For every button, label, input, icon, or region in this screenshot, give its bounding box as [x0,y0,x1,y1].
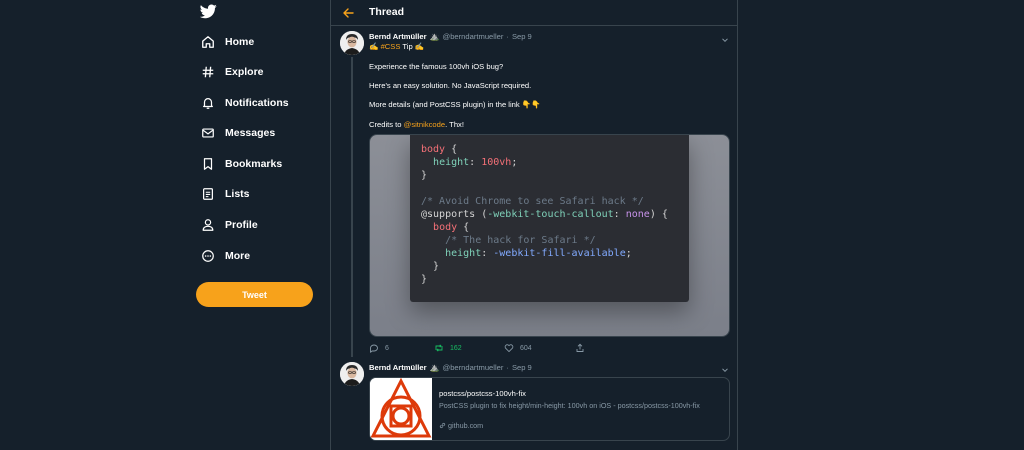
tweet-date[interactable]: Sep 9 [512,32,532,41]
sidebar-item-label: Messages [225,127,276,139]
bookmark-icon [200,157,215,172]
code-line: } [433,261,440,272]
more-circle-icon [200,249,215,264]
chevron-down-icon[interactable] [721,31,729,43]
home-icon [200,35,215,50]
tweet-text-line: ✍️ #CSS Tip ✍️ [369,42,424,51]
link-preview-card[interactable]: postcss/postcss-100vh-fix PostCSS plugin… [369,377,730,441]
reply-icon [370,344,378,353]
tweet-text-line: Credits to @sitnikcode. Thx! [369,120,464,129]
code-line: body { [421,144,458,155]
sidebar-item-messages[interactable]: Messages [200,121,275,145]
list-icon [200,187,215,202]
like-button[interactable]: 604 [504,343,532,353]
link-icon [439,421,448,430]
separator: · [506,363,509,372]
code-line: @supports (-webkit-touch-callout: none) … [421,209,668,220]
author-badge-icon: ⛰️ [429,32,440,41]
sidebar-item-label: More [225,250,251,262]
code-line: height: -webkit-fill-available; [445,248,632,259]
code-line: } [421,170,428,181]
tweet-media-image[interactable]: body { height: 100vh;} /* Avoid Chrome to… [369,134,730,337]
card-domain-text: github.com [448,421,484,430]
tweet-header: Bernd Artmüller ⛰️ @berndartmueller · Se… [369,32,532,41]
sidebar-item-more[interactable]: More [200,244,250,268]
sidebar-item-label: Home [225,36,255,48]
sidebar-item-label: Bookmarks [225,158,283,170]
page-title: Thread [369,6,405,18]
sidebar-item-label: Lists [225,188,250,200]
sidebar-item-label: Explore [225,66,264,78]
hashtag-icon [200,65,215,80]
avatar[interactable] [340,31,364,55]
share-icon [576,343,584,352]
tweet-button[interactable]: Tweet [196,282,313,307]
retweet-count: 162 [450,344,462,352]
author-badge-icon: ⛰️ [429,363,440,372]
tweet-text: Tip ✍️ [400,42,425,51]
like-count: 604 [520,344,532,352]
card-domain: github.com [439,421,483,430]
mail-icon [200,126,215,141]
tweet-text-line: More details (and PostCSS plugin) in the… [369,100,541,109]
bell-icon [200,96,215,111]
author-handle[interactable]: @berndartmueller [443,32,504,41]
sidebar-item-bookmarks[interactable]: Bookmarks [200,152,282,176]
tweet-header: Bernd Artmüller ⛰️ @berndartmueller · Se… [369,363,532,372]
tweet-actions: 6 162 604 [369,342,589,354]
thread-column: Thread Bernd Artmüller ⛰️ @berndartmuell… [330,0,738,450]
retweet-button[interactable]: 162 [434,343,462,353]
sidebar-item-notifications[interactable]: Notifications [200,91,289,115]
code-snippet: body { height: 100vh;} /* Avoid Chrome to… [410,135,689,302]
mention-link[interactable]: @sitnikcode [404,120,445,129]
tweet-text-line: Experience the famous 100vh iOS bug? [369,62,504,71]
share-button[interactable] [575,343,585,353]
sidebar-item-home[interactable]: Home [200,30,254,54]
tweet-text: Credits to [369,120,404,129]
person-icon [200,218,215,233]
card-description: PostCSS plugin to fix height/min-height:… [439,401,700,410]
code-line: } [421,274,428,285]
hashtag-link[interactable]: #CSS [381,42,401,51]
author-name[interactable]: Bernd Artmüller [369,363,427,372]
card-title: postcss/postcss-100vh-fix [439,389,526,398]
sidebar-item-label: Notifications [225,97,289,109]
arrow-left-icon[interactable] [342,6,354,18]
reply-button[interactable]: 6 [369,343,389,353]
code-line: /* Avoid Chrome to see Safari hack */ [421,196,644,207]
reply-count: 6 [385,344,389,352]
code-line: /* The hack for Safari */ [445,235,596,246]
sidebar-item-label: Profile [225,219,258,231]
code-line: body { [433,222,470,233]
retweet-icon [435,344,443,352]
twitter-bird-icon[interactable] [199,4,217,19]
separator: · [506,32,509,41]
tweet-date[interactable]: Sep 9 [512,363,532,372]
postcss-logo-icon [370,378,432,440]
sidebar: Home Explore Notifications Messages Book… [196,0,318,450]
emoji-text: ✍️ [369,42,381,51]
thread-header: Thread [331,0,737,26]
tweet-text: . Thx! [445,120,464,129]
tweet-text-line: Here's an easy solution. No JavaScript r… [369,81,532,90]
author-handle[interactable]: @berndartmueller [443,363,504,372]
thread-connector-line [351,57,353,357]
code-line: height: 100vh; [433,157,518,168]
sidebar-item-profile[interactable]: Profile [200,213,258,237]
author-name[interactable]: Bernd Artmüller [369,32,427,41]
heart-icon [504,344,514,353]
avatar[interactable] [340,362,364,386]
sidebar-item-lists[interactable]: Lists [200,182,250,206]
sidebar-item-explore[interactable]: Explore [200,60,264,84]
chevron-down-icon[interactable] [721,361,729,373]
